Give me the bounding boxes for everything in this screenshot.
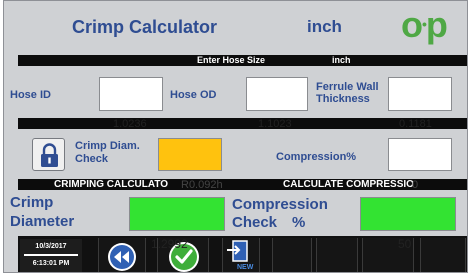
- ferrule-wall-label: Ferrule Wall: [316, 81, 379, 93]
- compression-check-label: Compression: [232, 196, 328, 213]
- enter-hose-size-label: Enter Hose Size: [197, 55, 266, 65]
- ferrule-wall-input[interactable]: [388, 77, 452, 111]
- lock-icon: [41, 143, 58, 167]
- crimp-check-label: Check: [75, 153, 109, 165]
- date-divider: [24, 254, 78, 256]
- calculation-strip: CRIMPING CALCULATO R0.092h CALCULATE COM…: [18, 179, 467, 191]
- crimp-diameter-result: [129, 197, 225, 231]
- enter-hose-unit: inch: [332, 55, 351, 65]
- calculate-compression-button[interactable]: CALCULATE COMPRESSIO: [283, 179, 414, 190]
- ferrule-thickness-label: Thickness: [316, 93, 370, 105]
- crimp-result-overlay-value: 1.2992: [151, 237, 188, 251]
- crimping-calculator-value: R0.092h: [181, 179, 223, 191]
- crimp-diam-check-input[interactable]: [158, 138, 222, 171]
- new-label: NEW: [237, 264, 254, 271]
- hose-id-input[interactable]: [99, 77, 163, 111]
- app-title: Crimp Calculator: [72, 17, 218, 37]
- calculate-compression-value: 0: [412, 179, 419, 191]
- back-arrow-icon: [108, 243, 136, 271]
- toolbar-slot-5[interactable]: [316, 238, 358, 272]
- compression-input[interactable]: [388, 138, 452, 171]
- percent-label: %: [292, 214, 306, 231]
- hose-od-input[interactable]: [246, 77, 308, 111]
- toolbar-slot-4[interactable]: [272, 238, 312, 272]
- compression-check-result: [360, 197, 456, 231]
- diameter-label: Diameter: [10, 213, 75, 230]
- lock-button[interactable]: [32, 138, 65, 171]
- date-text: 10/3/2017: [35, 243, 67, 250]
- crimping-calculator-button[interactable]: CRIMPING CALCULATO: [54, 179, 168, 190]
- compression-label: Compression%: [276, 151, 357, 163]
- hose-od-label: Hose OD: [170, 89, 217, 101]
- back-button[interactable]: [98, 238, 146, 272]
- logo-dot: •: [422, 16, 427, 32]
- logo-p: p: [425, 4, 448, 45]
- ferrule-value: 0.1181: [399, 118, 432, 130]
- enter-hose-size-strip: Enter Hose Size inch: [18, 55, 467, 66]
- crimp-label: Crimp: [10, 194, 54, 211]
- hose-id-value: 1.0236: [113, 118, 147, 130]
- check-label: Check: [232, 214, 278, 231]
- crimp-calculator-screen: Crimp Calculator inch o•p Enter Hose Siz…: [3, 0, 468, 273]
- date-time-display: 10/3/2017 6:13:01 PM: [20, 239, 82, 272]
- unit-label: inch: [307, 17, 342, 36]
- toolbar-slot-7[interactable]: [420, 238, 466, 272]
- hose-id-label: Hose ID: [10, 89, 51, 101]
- hose-values-strip: 1.0236 1.1023 0.1181: [18, 118, 467, 130]
- new-door-icon: [227, 240, 248, 262]
- logo-o: o: [401, 4, 423, 45]
- time-text: 6:13:01 PM: [32, 260, 70, 267]
- hose-od-value: 1.1023: [258, 118, 292, 130]
- crimp-diam-label: Crimp Diam.: [75, 140, 140, 152]
- compression-result-overlay-value: 50: [398, 237, 412, 251]
- brand-logo: o•p: [401, 4, 448, 46]
